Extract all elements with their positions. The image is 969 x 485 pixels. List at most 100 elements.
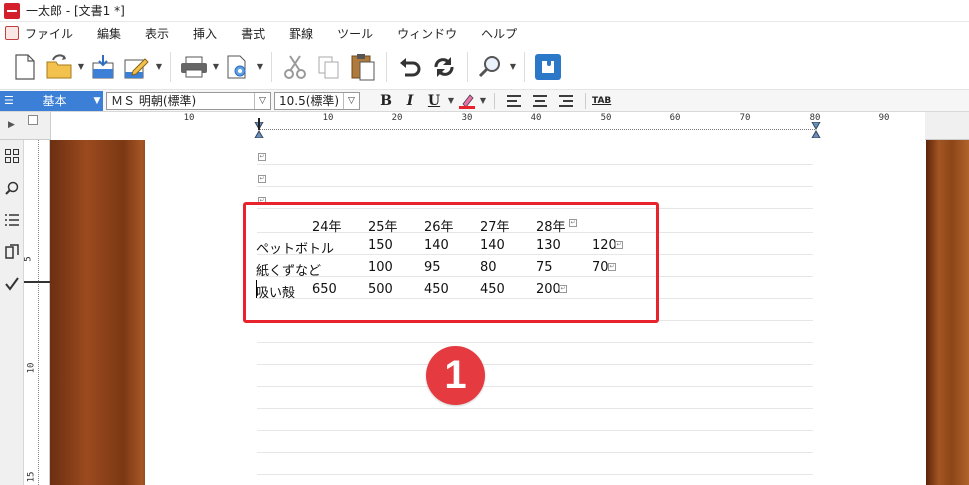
menu-help[interactable]: ヘルプ [469, 25, 529, 42]
menu-tools[interactable]: ツール [325, 25, 385, 42]
ruler-number: 90 [878, 113, 890, 123]
search-icon[interactable] [0, 172, 24, 204]
outline-list-icon[interactable] [0, 204, 24, 236]
ruler-number: 10 [183, 113, 195, 123]
right-indent-marker-icon[interactable] [811, 122, 821, 138]
title-bar: 一太郎 - [文書1 *] [0, 0, 969, 22]
menu-window[interactable]: ウィンドウ [385, 25, 469, 42]
thumbnail-grid-icon[interactable] [0, 140, 24, 172]
ruled-line [257, 186, 813, 187]
ruler-number: 20 [391, 113, 403, 123]
vertical-ruler[interactable]: 5 10 15 [24, 140, 50, 485]
ruler-number: 60 [669, 113, 681, 123]
format-separator [494, 92, 495, 109]
settings-dropdown-icon[interactable]: ▼ [255, 62, 265, 71]
ruled-line [257, 386, 813, 387]
font-size-select[interactable]: 10.5(標準) ▽ [274, 91, 360, 110]
page-copy-icon[interactable] [0, 236, 24, 268]
left-sidebar [0, 140, 24, 485]
bold-button[interactable]: B [374, 93, 398, 109]
font-size-value: 10.5(標準) [279, 94, 340, 108]
align-left-icon[interactable] [501, 94, 527, 108]
menu-bar: ファイル 編集 表示 挿入 書式 罫線 ツール ウィンドウ ヘルプ [0, 22, 969, 44]
align-right-icon[interactable] [553, 94, 579, 108]
main-toolbar: ▼ ▼ ▼ ▼ ▼ [0, 44, 969, 90]
ruled-line [257, 408, 813, 409]
ruler-number: 70 [739, 113, 751, 123]
italic-button[interactable]: I [398, 93, 422, 109]
ruled-line [257, 164, 813, 165]
font-family-select[interactable]: ＭＳ 明朝(標準) ▽ [106, 91, 271, 110]
vertical-ruler-number: 10 [26, 362, 37, 374]
ruled-line [257, 452, 813, 453]
edit-icon[interactable] [120, 50, 154, 84]
chevron-down-icon: ▼ [93, 95, 101, 106]
chevron-down-icon[interactable]: ▽ [343, 92, 359, 109]
print-icon[interactable] [177, 50, 211, 84]
open-dropdown-icon[interactable]: ▼ [76, 62, 86, 71]
text-color-dropdown-icon[interactable]: ▼ [478, 96, 488, 105]
expand-arrow-icon[interactable]: ▶ [8, 120, 15, 130]
ruled-line [257, 474, 813, 475]
vertical-ruler-marker [24, 281, 50, 283]
menu-edit[interactable]: 編集 [85, 25, 133, 42]
redo-icon[interactable] [427, 50, 461, 84]
align-center-icon[interactable] [527, 94, 553, 108]
vertical-ruler-number: 5 [23, 256, 34, 262]
highlight-box [243, 202, 659, 323]
toolbar-separator [467, 51, 468, 82]
menu-view[interactable]: 表示 [133, 25, 181, 42]
settings-icon[interactable] [221, 50, 255, 84]
horizontal-ruler-row: ▶ 10 10 20 30 40 50 60 70 80 90 [0, 112, 969, 140]
ruler-number: 10 [322, 113, 334, 123]
underline-button[interactable]: U [422, 93, 446, 109]
new-document-icon[interactable] [8, 50, 42, 84]
print-dropdown-icon[interactable]: ▼ [211, 62, 221, 71]
open-icon[interactable] [42, 50, 76, 84]
paragraph-mark-icon: ↵ [258, 153, 266, 161]
save-icon[interactable] [86, 50, 120, 84]
toolbar-separator [386, 51, 387, 82]
toolbar-separator [524, 51, 525, 82]
menu-insert[interactable]: 挿入 [181, 25, 229, 42]
undo-icon[interactable] [393, 50, 427, 84]
paragraph-style-icon: ☰ [4, 94, 14, 107]
format-separator [585, 92, 586, 109]
ichitaro-app-icon [4, 2, 20, 19]
paragraph-mark-icon: ↵ [258, 175, 266, 183]
underline-dropdown-icon[interactable]: ▼ [446, 96, 456, 105]
ruler-number: 30 [461, 113, 473, 123]
paragraph-style-select[interactable]: ☰ 基本 ▼ [0, 90, 103, 111]
ruler-corner-icon[interactable] [28, 115, 38, 125]
paste-icon[interactable] [346, 50, 380, 84]
window-title: 一太郎 - [文書1 *] [26, 4, 125, 18]
plugin-icon[interactable] [531, 50, 565, 84]
horizontal-ruler[interactable]: 10 10 20 30 40 50 60 70 80 90 [50, 112, 925, 140]
step-number-callout: 1 [426, 346, 485, 405]
ruled-line [257, 430, 813, 431]
chevron-down-icon[interactable]: ▽ [254, 92, 270, 109]
desk-right-edge [926, 140, 969, 485]
text-color-icon[interactable] [456, 93, 478, 109]
search-icon[interactable] [474, 50, 508, 84]
edit-dropdown-icon[interactable]: ▼ [154, 62, 164, 71]
ruler-number: 40 [530, 113, 542, 123]
cut-icon[interactable] [278, 50, 312, 84]
copy-icon[interactable] [312, 50, 346, 84]
ruled-line [257, 342, 813, 343]
menu-ruled-lines[interactable]: 罫線 [277, 25, 325, 42]
toolbar-separator [271, 51, 272, 82]
search-dropdown-icon[interactable]: ▼ [508, 62, 518, 71]
format-bar: ☰ 基本 ▼ ＭＳ 明朝(標準) ▽ 10.5(標準) ▽ B I U ▼ ▼ … [0, 90, 969, 112]
vertical-ruler-ticks [38, 140, 39, 485]
menu-file[interactable]: ファイル [19, 25, 85, 42]
menu-format[interactable]: 書式 [229, 25, 277, 42]
ruled-line [257, 364, 813, 365]
ruler-ticks [259, 129, 815, 131]
paragraph-style-label: 基本 [42, 94, 67, 108]
cursor-position-marker [258, 118, 260, 130]
document-icon[interactable] [5, 26, 19, 40]
font-family-value: ＭＳ 明朝(標準) [111, 94, 197, 108]
checkmark-icon[interactable] [0, 268, 24, 300]
tab-button[interactable]: TAB [592, 96, 611, 106]
